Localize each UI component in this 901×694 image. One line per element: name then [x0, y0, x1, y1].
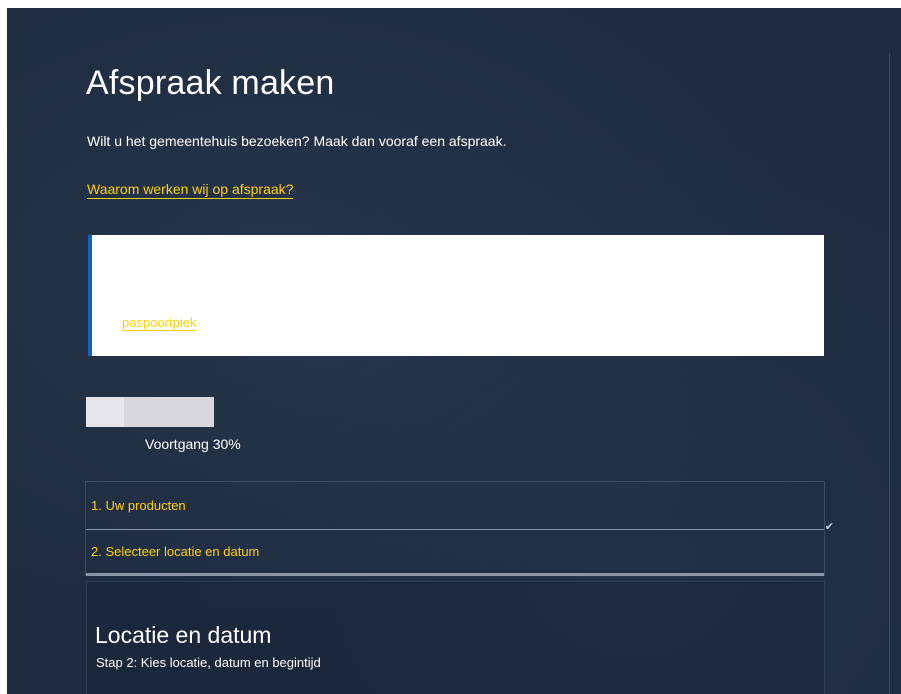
passport-peak-link[interactable]: paspoortpiek	[122, 315, 197, 331]
page-right-divider	[889, 53, 890, 694]
progress-bar	[86, 397, 214, 427]
progress-fill	[86, 397, 125, 427]
step-location-date[interactable]: 2. Selecteer locatie en datum	[86, 529, 824, 576]
why-appointment-link[interactable]: Waarom werken wij op afspraak?	[87, 181, 294, 199]
progress-label: Voortgang 30%	[145, 436, 241, 452]
page-title: Afspraak maken	[86, 64, 335, 102]
panel-title: Locatie en datum	[95, 622, 272, 648]
notice-box: paspoortpiek	[88, 235, 824, 356]
panel-subtitle: Stap 2: Kies locatie, datum en begintijd	[96, 655, 321, 670]
step-label: 2. Selecteer locatie en datum	[91, 544, 260, 559]
steps-accordion: 1. Uw producten ✔ 2. Selecteer locatie e…	[85, 481, 834, 576]
step-products[interactable]: 1. Uw producten ✔	[86, 482, 834, 533]
intro-text: Wilt u het gemeentehuis bezoeken? Maak d…	[87, 133, 507, 149]
page-viewport: Afspraak maken Wilt u het gemeentehuis b…	[7, 8, 901, 694]
location-date-panel: Locatie en datum Stap 2: Kies locatie, d…	[86, 581, 825, 694]
step-label: 1. Uw producten	[91, 498, 186, 513]
check-icon: ✔	[824, 521, 834, 533]
